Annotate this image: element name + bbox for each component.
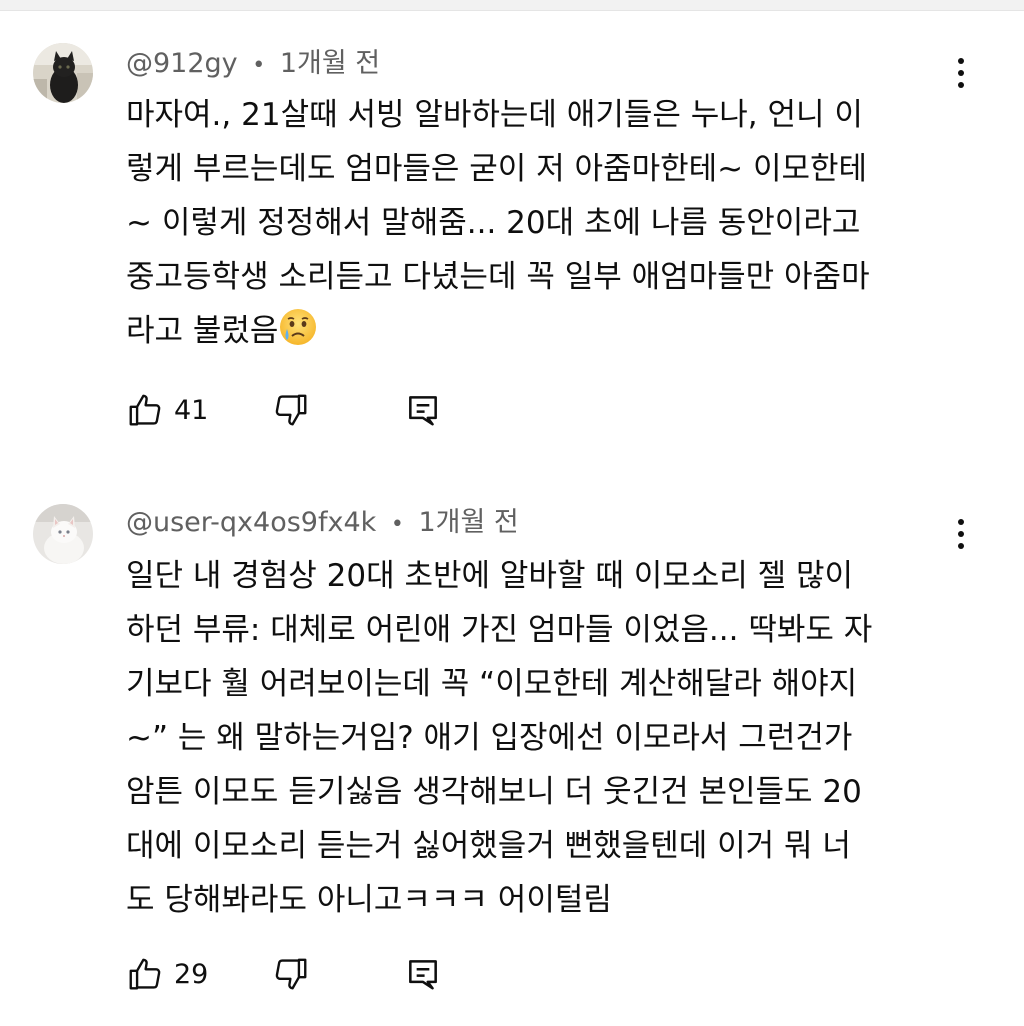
more-vert-icon — [958, 58, 964, 64]
separator-dot: • — [252, 53, 266, 78]
like-count: 29 — [174, 958, 209, 990]
comment-author[interactable]: @912gy — [126, 48, 238, 79]
comment-text: 일단 내 경험상 20대 초반에 알바할 때 이모소리 젤 많이 하던 부류: … — [126, 549, 946, 927]
comment-timestamp[interactable]: 1개월 전 — [280, 48, 380, 79]
thumbs-up-icon — [129, 394, 161, 426]
comment-author[interactable]: @user-qx4os9fx4k — [126, 507, 376, 538]
comment-line-last: 라고 불렀음 — [126, 304, 946, 364]
comment-line: 마자여., 21살때 서빙 알바하는데 애기들은 누나, 언니 이 — [126, 97, 863, 133]
comment-text: 마자여., 21살때 서빙 알바하는데 애기들은 누나, 언니 이 렇게 부르는… — [126, 88, 946, 364]
avatar[interactable] — [33, 43, 93, 103]
reply-button[interactable] — [404, 949, 442, 999]
thumbs-down-icon — [275, 394, 307, 426]
thumbs-up-icon — [129, 958, 161, 990]
more-options-button[interactable] — [946, 514, 976, 554]
avatar[interactable] — [33, 504, 93, 564]
comment-header: @912gy • 1개월 전 — [126, 44, 380, 84]
comment-line: 라고 불렀음 — [126, 313, 279, 349]
thumbs-down-icon — [275, 958, 307, 990]
comment-line: ~” 는 왜 말하는거임? 애기 입장에선 이모라서 그런건가 — [126, 720, 853, 756]
like-button[interactable]: 41 — [126, 385, 208, 435]
like-button[interactable]: 29 — [126, 949, 208, 999]
separator-dot: • — [390, 512, 404, 537]
comment-line: 대에 이모소리 듣는거 싫어했을거 뻔했을텐데 이거 뭐 너 — [126, 828, 851, 864]
top-divider — [0, 0, 1024, 11]
comment-line: 도 당해봐라도 아니고ㅋㅋㅋ 어이털림 — [126, 882, 612, 918]
more-vert-icon — [958, 519, 964, 525]
comment-line: 하던 부류: 대체로 어린애 가진 엄마들 이었음... 딱봐도 자 — [126, 612, 873, 648]
reply-icon — [409, 396, 437, 426]
crying-face-emoji — [278, 307, 318, 364]
dislike-button[interactable] — [272, 949, 310, 999]
comment-line: 중고등학생 소리듣고 다녔는데 꼭 일부 애엄마들만 아줌마 — [126, 259, 870, 295]
dislike-button[interactable] — [272, 385, 310, 435]
comment-line: ~ 이렇게 정정해서 말해줌... 20대 초에 나름 동안이라고 — [126, 205, 861, 241]
reply-button[interactable] — [404, 385, 442, 435]
reply-icon — [409, 960, 437, 990]
comment-line: 기보다 훨 어려보이는데 꼭 “이모한테 계산해달라 해야지 — [126, 666, 858, 702]
more-options-button[interactable] — [946, 53, 976, 93]
comment-line: 일단 내 경험상 20대 초반에 알바할 때 이모소리 젤 많이 — [126, 558, 854, 594]
comment-timestamp[interactable]: 1개월 전 — [418, 507, 518, 538]
comment-line: 암튼 이모도 듣기싫음 생각해보니 더 웃긴건 본인들도 20 — [126, 774, 862, 810]
comment-line: 렇게 부르는데도 엄마들은 굳이 저 아줌마한테~ 이모한테 — [126, 151, 868, 187]
like-count: 41 — [174, 394, 209, 426]
comment-header: @user-qx4os9fx4k • 1개월 전 — [126, 503, 519, 543]
